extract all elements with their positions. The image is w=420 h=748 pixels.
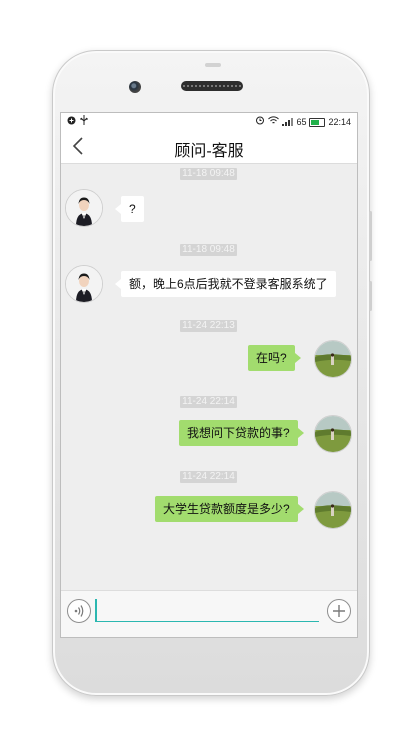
message-bubble-incoming[interactable]: 额，晚上6点后我就不登录客服系统了 [115,271,336,297]
message-bubble-incoming[interactable]: ? [115,196,144,222]
usb-icon [80,115,88,128]
wifi-icon [268,115,280,128]
app-notification-icon [67,116,76,128]
user-landscape-photo-icon [315,341,351,377]
message-bubble-outgoing[interactable]: 大学生贷款额度是多少? [155,496,304,522]
user-avatar[interactable] [314,415,352,453]
phone-top-sensor [205,63,221,67]
agent-avatar[interactable] [65,265,103,303]
message-timestamp: 11-24 22:14 [180,396,237,408]
front-camera [129,81,141,93]
message-text-input[interactable] [95,599,319,622]
agent-portrait-icon [66,190,102,226]
message-timestamp: 11-24 22:13 [180,320,237,332]
page-title: 顾问-客服 [174,143,244,160]
user-avatar[interactable] [314,340,352,378]
message-bubble-outgoing[interactable]: 在吗? [248,345,301,371]
message-input-bar [61,590,357,637]
message-timestamp: 11-18 09:48 [180,168,237,180]
user-landscape-photo-icon [315,416,351,452]
agent-portrait-icon [66,266,102,302]
plus-icon [333,605,345,617]
voice-input-button[interactable] [67,599,91,623]
message-timestamp: 11-18 09:48 [180,244,237,256]
phone-screen: 65 22:14 顾问-客服 11-18 09:48 ? 11-18 09:48… [60,112,358,638]
earpiece-grill [183,85,241,87]
chat-message-list[interactable]: 11-18 09:48 ? 11-18 09:48 额，晚上6点后我就不登录客服… [61,164,357,590]
battery-percent: 65 [296,116,307,127]
battery-icon [309,117,326,127]
volume-button [369,211,372,261]
user-landscape-photo-icon [315,492,351,528]
chat-header: 顾问-客服 [61,129,357,164]
message-timestamp: 11-24 22:14 [180,471,237,483]
status-time: 22:14 [328,116,351,127]
user-avatar[interactable] [314,491,352,529]
voice-icon [74,605,84,617]
more-options-button[interactable] [327,599,351,623]
power-button [369,281,372,311]
signal-icon [282,117,294,126]
status-bar: 65 22:14 [61,113,357,129]
message-bubble-outgoing[interactable]: 我想问下贷款的事? [179,420,304,446]
battery-level [311,119,320,125]
agent-avatar[interactable] [65,189,103,227]
alarm-icon [255,115,265,128]
